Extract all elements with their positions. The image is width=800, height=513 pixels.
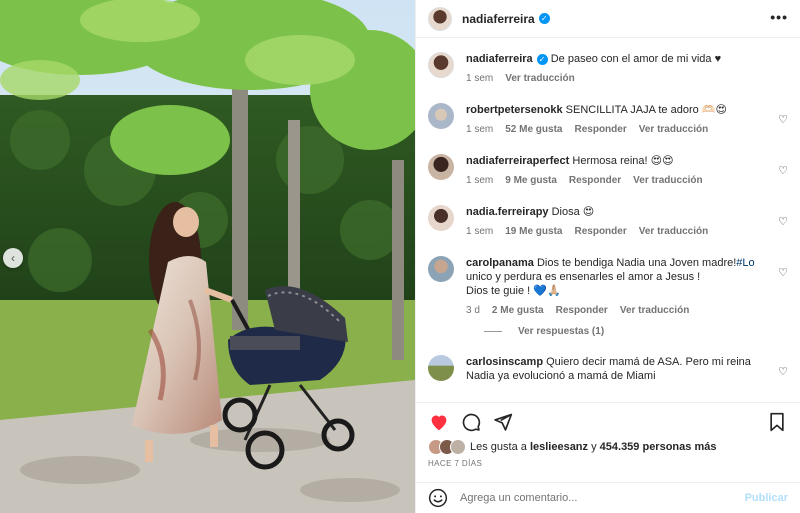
comment-text-line: unico y perdura es ensenarles el amor a … — [466, 271, 701, 283]
likes-summary[interactable]: Les gusta a leslieesanz y 454.359 person… — [428, 439, 788, 455]
hashtag-link[interactable]: #Lo — [736, 257, 754, 269]
comment-username[interactable]: carolpanama — [466, 257, 534, 269]
comment-text-line: Dios te guie ! 💙🙏🏼 — [466, 285, 561, 297]
caption-translate[interactable]: Ver traducción — [505, 73, 574, 84]
liker-username[interactable]: leslieesanz — [530, 441, 588, 453]
view-replies-label: Ver respuestas (1) — [518, 326, 605, 337]
reply-button[interactable]: Responder — [556, 305, 608, 316]
comment-text: Dios te bendiga Nadia una Joven madre! — [536, 257, 737, 269]
commenter-avatar[interactable] — [428, 256, 454, 282]
translate-button[interactable]: Ver traducción — [633, 175, 702, 186]
translate-button[interactable]: Ver traducción — [639, 124, 708, 135]
comment-username[interactable]: nadiaferreiraperfect — [466, 155, 569, 167]
divider-line — [484, 331, 502, 332]
comment-username[interactable]: carlosinscamp — [466, 356, 543, 368]
verified-icon: ✓ — [536, 53, 548, 65]
like-comment-heart-icon[interactable]: ♡ — [778, 266, 788, 279]
comments-list[interactable]: nadiaferreira ✓ De paseo con el amor de m… — [416, 38, 800, 402]
comment-text: Hermosa reina! 😍😍 — [572, 155, 674, 167]
post-photo[interactable]: ‹ — [0, 0, 415, 513]
comment-username[interactable]: robertpetersenokk — [466, 104, 563, 116]
author-avatar[interactable] — [428, 6, 452, 31]
share-icon[interactable] — [492, 411, 514, 433]
comment-composer: Publicar — [416, 482, 800, 513]
reply-button[interactable]: Responder — [574, 226, 626, 237]
comment-text: Diosa 😍 — [551, 206, 595, 218]
like-comment-heart-icon[interactable]: ♡ — [778, 164, 788, 177]
post-sidebar: nadiaferreira ✓ ••• nadiaferreira ✓ De pa… — [415, 0, 800, 513]
reply-button[interactable]: Responder — [569, 175, 621, 186]
likes-connector: y — [591, 441, 597, 453]
commenter-avatar[interactable] — [428, 355, 454, 381]
comment: carolpanama Dios te bendiga Nadia una Jo… — [428, 256, 788, 316]
likes-prefix: Les gusta a — [470, 441, 527, 453]
translate-button[interactable]: Ver traducción — [620, 305, 689, 316]
post-header: nadiaferreira ✓ ••• — [416, 0, 800, 38]
post-actions: Les gusta a leslieesanz y 454.359 person… — [416, 402, 800, 474]
chevron-left-icon: ‹ — [11, 251, 15, 265]
view-replies-button[interactable]: Ver respuestas (1) — [484, 326, 788, 337]
heart-icon[interactable] — [428, 411, 450, 433]
commenter-avatar[interactable] — [428, 154, 454, 180]
emoji-icon[interactable] — [428, 488, 448, 508]
caption: nadiaferreira ✓ De paseo con el amor de m… — [428, 52, 788, 103]
comment-age[interactable]: 3 d — [466, 305, 480, 316]
caption-username[interactable]: nadiaferreira — [466, 53, 533, 65]
comment-likes[interactable]: 19 Me gusta — [505, 226, 562, 237]
comment-icon[interactable] — [460, 411, 482, 433]
bookmark-icon[interactable] — [766, 411, 788, 433]
caption-text: De paseo con el amor de mi vida ♥ — [550, 53, 722, 65]
commenter-avatar[interactable] — [428, 205, 454, 231]
comment-input[interactable] — [460, 492, 745, 504]
author-username[interactable]: nadiaferreira — [462, 12, 535, 26]
comment-age[interactable]: 1 sem — [466, 226, 493, 237]
like-comment-heart-icon[interactable]: ♡ — [778, 365, 788, 378]
comment-age[interactable]: 1 sem — [466, 124, 493, 135]
caption-age[interactable]: 1 sem — [466, 73, 493, 84]
comment: nadiaferreiraperfect Hermosa reina! 😍😍 1… — [428, 154, 788, 205]
like-comment-heart-icon[interactable]: ♡ — [778, 215, 788, 228]
comment-likes[interactable]: 52 Me gusta — [505, 124, 562, 135]
comment: robertpetersenokk SENCILLITA JAJA te ado… — [428, 103, 788, 154]
post-comment-button[interactable]: Publicar — [745, 492, 788, 504]
translate-button[interactable]: Ver traducción — [639, 226, 708, 237]
comment-likes[interactable]: 9 Me gusta — [505, 175, 557, 186]
commenter-avatar[interactable] — [428, 103, 454, 129]
comment-text-line: Nadia ya evolucionó a mamá de Miami — [466, 370, 656, 382]
comment-username[interactable]: nadia.ferreirapy — [466, 206, 549, 218]
likes-count[interactable]: 454.359 personas más — [600, 441, 717, 453]
comment-text: SENCILLITA JAJA te adoro 🫶🏻😍 — [565, 104, 727, 116]
comment-text: Quiero decir mamá de ASA. Pero mi reina — [546, 356, 751, 368]
comment-age[interactable]: 1 sem — [466, 175, 493, 186]
more-icon[interactable]: ••• — [770, 9, 788, 25]
previous-photo-button[interactable]: ‹ — [3, 248, 23, 268]
post-photo-image — [0, 0, 415, 513]
posted-time[interactable]: HACE 7 DÍAS — [428, 459, 788, 468]
author-avatar[interactable] — [428, 52, 454, 78]
liker-avatars — [428, 439, 466, 455]
comment-likes[interactable]: 2 Me gusta — [492, 305, 544, 316]
like-comment-heart-icon[interactable]: ♡ — [778, 113, 788, 126]
comment: nadia.ferreirapy Diosa 😍 1 sem 19 Me gus… — [428, 205, 788, 256]
reply-button[interactable]: Responder — [574, 124, 626, 135]
comment: carlosinscamp Quiero decir mamá de ASA. … — [428, 355, 788, 383]
verified-icon: ✓ — [538, 13, 550, 24]
